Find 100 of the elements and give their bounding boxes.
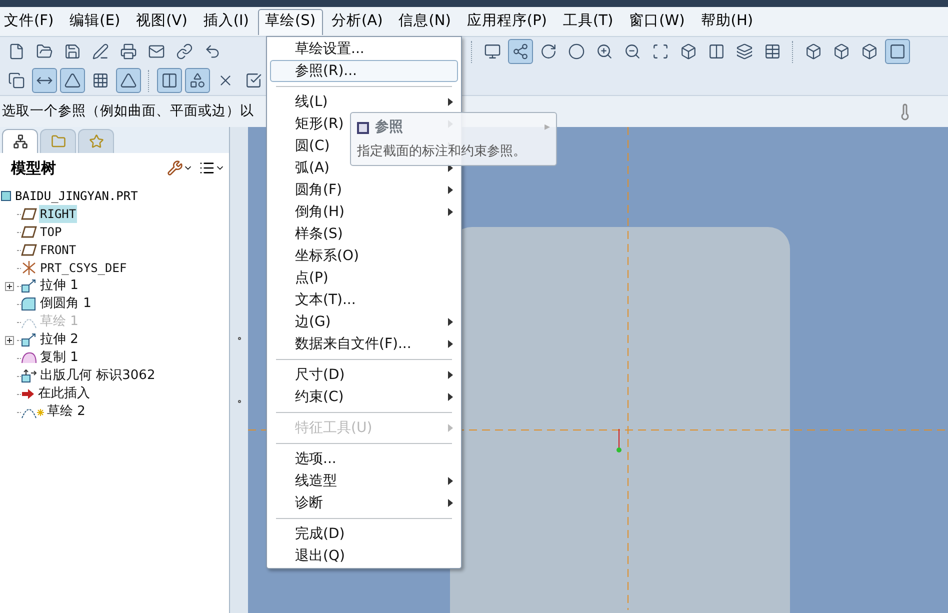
tree-icon bbox=[12, 134, 28, 149]
menu-bar-item[interactable]: 视图(V) bbox=[129, 8, 194, 34]
publish-geometry-icon bbox=[21, 369, 37, 383]
pen-icon bbox=[92, 43, 109, 60]
columns-icon bbox=[161, 72, 178, 89]
link-icon bbox=[176, 43, 193, 60]
star-folder-icon bbox=[88, 134, 104, 149]
menu-item[interactable]: 诊断 bbox=[270, 492, 458, 514]
tree-item[interactable]: 拉伸 2 bbox=[39, 331, 80, 349]
menu-bar-item[interactable]: 编辑(E) bbox=[62, 8, 128, 34]
menu-item[interactable]: 参照(R)... bbox=[270, 60, 458, 82]
toolbar-button[interactable] bbox=[32, 68, 57, 93]
expander-icon[interactable] bbox=[4, 336, 14, 344]
tree-item[interactable]: BAIDU_JINGYAN.PRT bbox=[15, 187, 138, 205]
table-icon bbox=[764, 43, 781, 60]
sash-handle-icon bbox=[238, 337, 240, 340]
node-graph-icon bbox=[512, 43, 529, 60]
cube-icon bbox=[805, 43, 822, 60]
tree-item[interactable]: 复制 1 bbox=[39, 349, 80, 367]
undo-icon bbox=[204, 43, 221, 60]
tree-item[interactable]: FRONT bbox=[39, 241, 78, 259]
expander-icon[interactable] bbox=[4, 282, 14, 290]
zoom-in-icon bbox=[596, 43, 613, 60]
message-text: 选取一个参照（例如曲面、平面或边）以 bbox=[1, 102, 254, 122]
tooltip-arrow: ▸ bbox=[544, 119, 550, 136]
menu-item[interactable]: 点(P) bbox=[270, 267, 458, 289]
menu-item[interactable]: 线(L) bbox=[270, 91, 458, 113]
monitor-icon bbox=[484, 43, 501, 60]
settings-dropdown-button[interactable] bbox=[167, 160, 193, 176]
tree-item[interactable]: TOP bbox=[39, 223, 63, 241]
toolbar-button[interactable] bbox=[885, 39, 910, 64]
toolbar-button[interactable] bbox=[157, 68, 182, 93]
toolbar-button[interactable] bbox=[185, 68, 210, 93]
menu-bar-item[interactable]: 文件(F) bbox=[0, 8, 61, 34]
toolbar-button[interactable] bbox=[508, 39, 533, 64]
extrude-icon bbox=[21, 279, 37, 293]
tree-item[interactable]: 倒圆角 1 bbox=[39, 295, 92, 313]
cube-icon bbox=[861, 43, 878, 60]
tooltip-text: 指定截面的标注和约束参照。 bbox=[357, 143, 527, 161]
grid-icon bbox=[92, 72, 109, 89]
menu-item[interactable]: 退出(Q) bbox=[270, 545, 458, 567]
menu-bar-item[interactable]: 草绘(S) bbox=[258, 8, 322, 34]
tree-item[interactable]: PRT_CSYS_DEF bbox=[39, 259, 128, 277]
print-icon bbox=[120, 43, 137, 60]
menu-bar-item[interactable]: 帮助(H) bbox=[694, 8, 760, 34]
shapes-icon bbox=[189, 72, 206, 89]
menu-item[interactable]: 数据来自文件(F)... bbox=[270, 333, 458, 355]
menu-item[interactable]: 约束(C) bbox=[270, 386, 458, 408]
panel-title: 模型树 bbox=[11, 158, 56, 179]
round-icon bbox=[21, 297, 37, 311]
tree-item[interactable]: RIGHT bbox=[39, 205, 78, 223]
menu-bar-item[interactable]: 信息(N) bbox=[392, 8, 458, 34]
toolbar-button[interactable] bbox=[116, 68, 141, 93]
copy-icon bbox=[8, 72, 25, 89]
shaded-square-icon bbox=[889, 43, 906, 60]
menu-item[interactable]: 倒角(H) bbox=[270, 201, 458, 223]
tools-icon bbox=[167, 160, 183, 176]
folders-icon bbox=[50, 134, 66, 149]
columns-icon bbox=[708, 43, 725, 60]
plane-icon bbox=[21, 226, 37, 238]
layers-icon bbox=[736, 43, 753, 60]
tree-item[interactable]: 草绘 2 bbox=[46, 403, 86, 421]
new-file-icon bbox=[8, 43, 25, 60]
check-box-icon bbox=[245, 72, 262, 89]
tree-item[interactable]: 在此插入 bbox=[37, 385, 91, 403]
menu-item[interactable]: 圆角(F) bbox=[270, 179, 458, 201]
zoom-out-icon bbox=[624, 43, 641, 60]
menu-bar-item[interactable]: 应用程序(P) bbox=[460, 8, 554, 34]
triangle-icon bbox=[64, 72, 81, 89]
menu-item[interactable]: 样条(S) bbox=[270, 223, 458, 245]
insert-arrow-icon bbox=[21, 388, 35, 400]
zoom-fit-icon bbox=[652, 43, 669, 60]
part-icon bbox=[1, 191, 11, 201]
menu-bar-item[interactable]: 窗口(W) bbox=[622, 8, 692, 34]
panel-tab[interactable] bbox=[2, 129, 38, 153]
reference-icon bbox=[357, 122, 369, 134]
menu-item[interactable]: 线造型 bbox=[270, 470, 458, 492]
tree-item[interactable]: 出版几何 标识3062 bbox=[39, 367, 156, 385]
cube-icon bbox=[833, 43, 850, 60]
toolbar-button[interactable] bbox=[60, 68, 85, 93]
show-dropdown-button[interactable] bbox=[199, 160, 225, 176]
plane-icon bbox=[21, 208, 37, 220]
menu-item[interactable]: 选项... bbox=[270, 448, 458, 470]
menu-item[interactable]: 尺寸(D) bbox=[270, 364, 458, 386]
tree-item[interactable]: 拉伸 1 bbox=[39, 277, 80, 295]
open-folder-icon bbox=[36, 43, 53, 60]
plane-icon bbox=[21, 244, 37, 256]
cube-icon bbox=[680, 43, 697, 60]
menu-item[interactable]: 坐标系(O) bbox=[270, 245, 458, 267]
menu-item[interactable]: 草绘设置... bbox=[270, 38, 458, 60]
menu-bar-item[interactable]: 工具(T) bbox=[556, 8, 620, 34]
menu-bar-item[interactable]: 插入(I) bbox=[196, 8, 256, 34]
menu-bar-item[interactable]: 分析(A) bbox=[324, 8, 390, 34]
menu-item[interactable]: 完成(D) bbox=[270, 523, 458, 545]
sash-handle-icon bbox=[238, 400, 240, 403]
tooltip-title: 参照 bbox=[375, 118, 403, 137]
extrude-icon bbox=[21, 333, 37, 347]
copy-shape-icon bbox=[21, 351, 37, 365]
menu-item[interactable]: 边(G) bbox=[270, 311, 458, 333]
menu-item[interactable]: 文本(T)... bbox=[270, 289, 458, 311]
